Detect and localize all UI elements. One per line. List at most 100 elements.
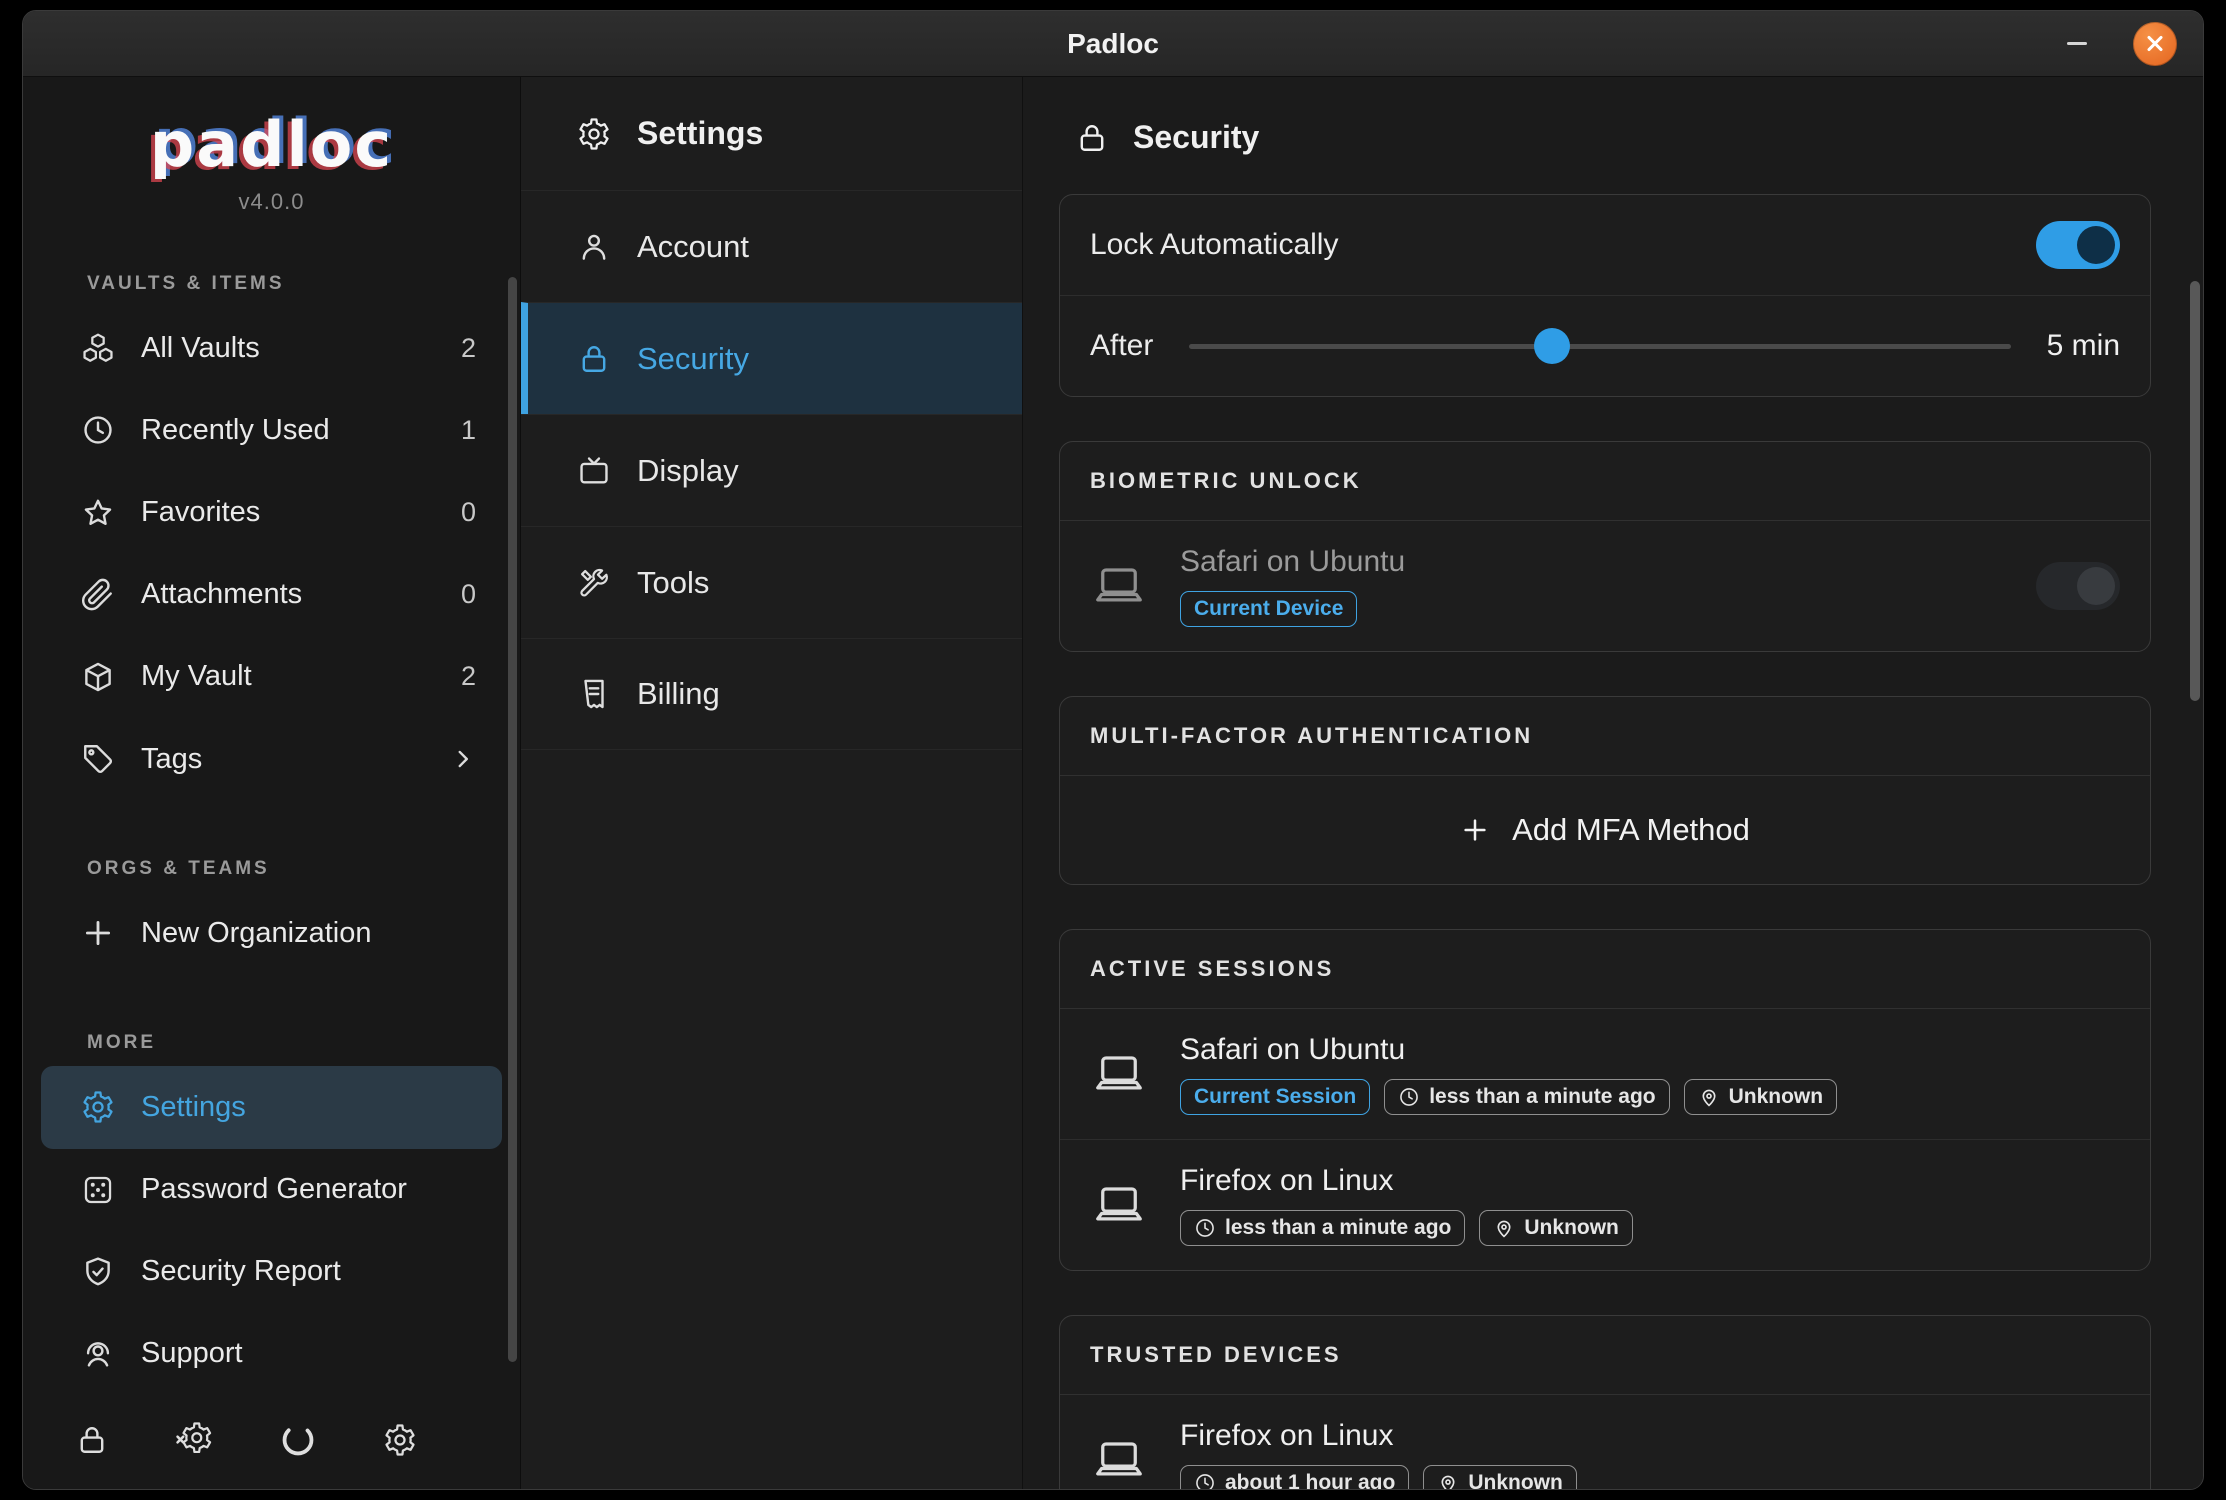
toggle-knob	[2077, 226, 2115, 264]
close-button[interactable]	[2133, 22, 2177, 66]
lock-icon	[1075, 121, 1109, 155]
lock-automatically-row: Lock Automatically	[1060, 195, 2150, 295]
lock-delay-slider[interactable]	[1189, 322, 2010, 370]
clock-icon	[81, 413, 115, 447]
count-badge: 0	[461, 497, 476, 528]
sidebar-scrollbar[interactable]	[508, 277, 517, 1362]
plus-icon	[1460, 815, 1490, 845]
tag-icon	[81, 742, 115, 776]
laptop-icon	[1090, 1048, 1148, 1100]
biometric-toggle[interactable]	[2036, 562, 2120, 610]
screen: Padloc padloc v4.0.0 VAULTS & ITEMS All …	[0, 0, 2226, 1500]
active-sessions-header: ACTIVE SESSIONS	[1060, 930, 2150, 1009]
window-controls	[2057, 11, 2177, 76]
session-location-badge: Unknown	[1684, 1079, 1838, 1115]
padloc-logo: padloc	[23, 111, 520, 179]
clock-icon	[1194, 1217, 1216, 1239]
chevron-right-icon	[450, 746, 476, 772]
section-header-more: MORE	[87, 1032, 520, 1054]
lock-after-row: After 5 min	[1060, 295, 2150, 396]
menu-item-display[interactable]: Display	[521, 414, 1022, 526]
trusted-device-row[interactable]: Firefox on Linux about 1 hour ago Unknow…	[1060, 1395, 2150, 1489]
sidebar-item-new-organization[interactable]: New Organization	[41, 892, 502, 974]
sidebar-item-favorites[interactable]: Favorites 0	[41, 472, 502, 554]
mfa-card: MULTI-FACTOR AUTHENTICATION Add MFA Meth…	[1059, 696, 2151, 885]
after-label: After	[1090, 329, 1153, 363]
sidebar: padloc v4.0.0 VAULTS & ITEMS All Vaults …	[23, 77, 521, 1489]
biometric-header: BIOMETRIC UNLOCK	[1060, 442, 2150, 521]
sidebar-item-password-generator[interactable]: Password Generator	[41, 1149, 502, 1231]
device-name: Safari on Ubuntu	[1180, 1033, 2120, 1067]
mfa-header: MULTI-FACTOR AUTHENTICATION	[1060, 697, 2150, 776]
sidebar-item-settings[interactable]: Settings	[41, 1066, 502, 1148]
clock-icon	[1194, 1472, 1216, 1489]
security-panel: Security Lock Automatically After	[1023, 77, 2203, 1489]
menu-item-tools[interactable]: Tools	[521, 526, 1022, 638]
sidebar-item-all-vaults[interactable]: All Vaults 2	[41, 307, 502, 389]
badges: about 1 hour ago Unknown	[1180, 1465, 2120, 1489]
badges: Current Session less than a minute ago U…	[1180, 1079, 2120, 1115]
session-row[interactable]: Firefox on Linux less than a minute ago …	[1060, 1139, 2150, 1270]
slider-track[interactable]	[1189, 344, 2010, 349]
device-location-badge: Unknown	[1423, 1465, 1577, 1489]
main-area: padloc v4.0.0 VAULTS & ITEMS All Vaults …	[23, 77, 2203, 1489]
settings-menu-header: Settings	[521, 77, 1022, 190]
sidebar-item-attachments[interactable]: Attachments 0	[41, 554, 502, 636]
lock-delay-value: 5 min	[2047, 329, 2120, 363]
trusted-devices-header: TRUSTED DEVICES	[1060, 1316, 2150, 1395]
settings-gear-icon[interactable]	[383, 1423, 417, 1457]
device-name: Firefox on Linux	[1180, 1419, 2120, 1453]
app-version: v4.0.0	[23, 189, 520, 215]
active-sessions-card: ACTIVE SESSIONS Safari on Ubuntu Current…	[1059, 929, 2151, 1271]
menu-item-billing[interactable]: Billing	[521, 638, 1022, 750]
padloc-window: Padloc padloc v4.0.0 VAULTS & ITEMS All …	[22, 10, 2204, 1490]
display-icon	[577, 454, 611, 488]
location-pin-icon	[1698, 1086, 1720, 1108]
sidebar-footer	[23, 1395, 520, 1489]
session-time-badge: less than a minute ago	[1180, 1210, 1465, 1246]
gear-x-icon[interactable]	[175, 1421, 213, 1459]
laptop-icon	[1090, 1179, 1148, 1231]
badges: less than a minute ago Unknown	[1180, 1210, 2120, 1246]
sidebar-item-my-vault[interactable]: My Vault 2	[41, 636, 502, 718]
gear-icon	[81, 1090, 115, 1124]
window-title: Padloc	[1067, 28, 1159, 60]
content-scrollbar[interactable]	[2190, 281, 2200, 701]
lock-automatically-toggle[interactable]	[2036, 221, 2120, 269]
menu-item-security[interactable]: Security	[521, 302, 1022, 414]
section-header-orgs: ORGS & TEAMS	[87, 858, 520, 880]
add-mfa-button[interactable]: Add MFA Method	[1060, 776, 2150, 884]
slider-thumb[interactable]	[1534, 328, 1570, 364]
current-session-badge: Current Session	[1180, 1079, 1370, 1115]
dice-icon	[81, 1173, 115, 1207]
session-row[interactable]: Safari on Ubuntu Current Session less th…	[1060, 1009, 2150, 1139]
page-title: Security	[1133, 119, 1259, 156]
cubes-icon	[81, 331, 115, 365]
badges: Current Device	[1180, 591, 2004, 627]
count-badge: 2	[461, 333, 476, 364]
cube-icon	[81, 660, 115, 694]
add-mfa-label: Add MFA Method	[1512, 812, 1750, 848]
location-pin-icon	[1493, 1217, 1515, 1239]
settings-menu-title: Settings	[637, 115, 763, 152]
lock-app-icon[interactable]	[75, 1423, 109, 1457]
sidebar-item-tags[interactable]: Tags	[41, 718, 502, 800]
sync-spinner-icon[interactable]	[279, 1421, 317, 1459]
device-info: Safari on Ubuntu Current Device	[1180, 545, 2004, 627]
shield-check-icon	[81, 1255, 115, 1289]
lock-icon	[577, 342, 611, 376]
laptop-icon	[1090, 1434, 1148, 1486]
sidebar-item-support[interactable]: Support	[41, 1313, 502, 1395]
menu-item-account[interactable]: Account	[521, 190, 1022, 302]
sidebar-item-security-report[interactable]: Security Report	[41, 1231, 502, 1313]
section-header-vaults: VAULTS & ITEMS	[87, 273, 520, 295]
trusted-devices-card: TRUSTED DEVICES Firefox on Linux about 1…	[1059, 1315, 2151, 1489]
support-icon	[81, 1337, 115, 1371]
security-body: Lock Automatically After 5 min	[1023, 190, 2203, 1489]
sidebar-item-recently-used[interactable]: Recently Used 1	[41, 389, 502, 471]
current-device-badge: Current Device	[1180, 591, 1357, 627]
lock-automatically-label: Lock Automatically	[1090, 228, 2036, 262]
minimize-button[interactable]	[2057, 24, 2097, 64]
session-location-badge: Unknown	[1479, 1210, 1633, 1246]
count-badge: 1	[461, 415, 476, 446]
